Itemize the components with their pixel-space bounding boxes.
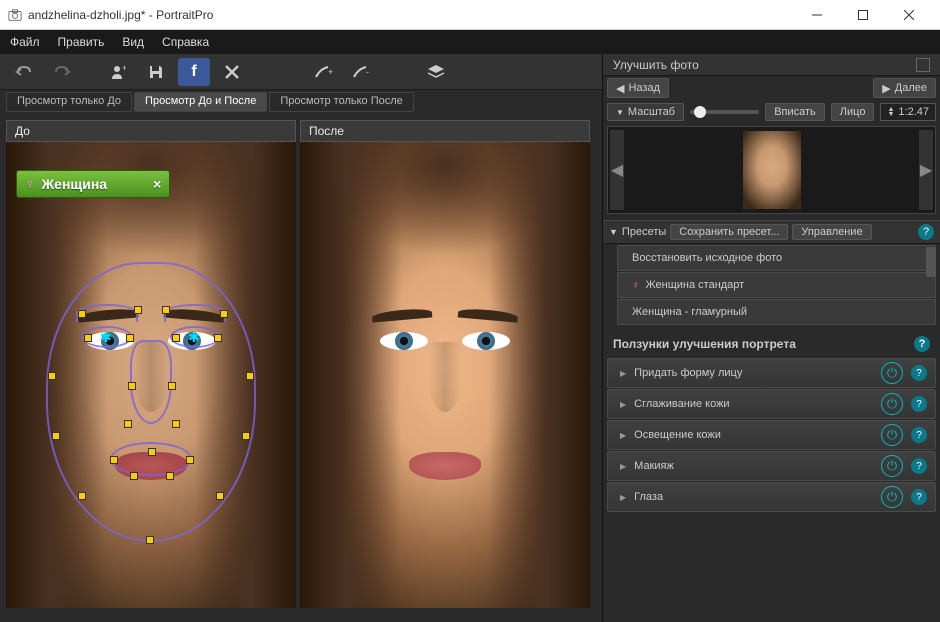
help-icon[interactable]: ?	[914, 336, 930, 352]
manage-presets-button[interactable]: Управление	[792, 224, 871, 240]
after-pane: После	[300, 120, 590, 608]
save-preset-button[interactable]: Сохранить пресет...	[670, 224, 788, 240]
before-image[interactable]: ♀ Женщина × ✱ ✱	[6, 142, 296, 608]
power-icon[interactable]: ⏻	[881, 486, 903, 508]
help-icon[interactable]: ?	[911, 396, 927, 412]
image-view-area: Просмотр только До Просмотр До и После П…	[0, 90, 602, 622]
control-face-shape[interactable]: ▶ Придать форму лицу ⏻ ?	[607, 358, 936, 388]
preset-scrollbar[interactable]	[926, 247, 936, 277]
help-icon[interactable]: ?	[918, 224, 934, 240]
zoom-slider[interactable]	[690, 110, 759, 114]
brush-plus-button[interactable]: +	[308, 58, 340, 86]
redo-button[interactable]	[46, 58, 78, 86]
presets-section-header[interactable]: ▼ Пресеты Сохранить пресет... Управление…	[603, 220, 940, 244]
close-button[interactable]	[886, 0, 932, 30]
person-button[interactable]: +	[102, 58, 134, 86]
before-label: До	[6, 120, 296, 142]
triangle-right-icon: ▶	[620, 431, 626, 440]
right-panel: Улучшить фото ◀Назад ▶Далее ▼Масштаб Впи…	[602, 54, 940, 622]
panel-title: Улучшить фото	[613, 58, 699, 72]
svg-text:-: -	[366, 67, 369, 77]
maximize-button[interactable]	[840, 0, 886, 30]
triangle-right-icon: ▶	[620, 369, 626, 378]
help-icon[interactable]: ?	[911, 458, 927, 474]
help-icon[interactable]: ?	[911, 427, 927, 443]
camera-icon	[8, 8, 22, 22]
view-tabs: Просмотр только До Просмотр До и После П…	[0, 90, 602, 114]
power-icon[interactable]: ⏻	[881, 393, 903, 415]
tab-after-only[interactable]: Просмотр только После	[269, 92, 413, 112]
delete-button[interactable]	[216, 58, 248, 86]
fit-button[interactable]: Вписать	[765, 103, 825, 121]
facebook-button[interactable]: f	[178, 58, 210, 86]
preset-item[interactable]: Восстановить исходное фото	[617, 245, 936, 271]
window-title: andzhelina-dzholi.jpg* - PortraitPro	[28, 8, 794, 22]
venus-icon: ♀	[632, 280, 640, 291]
after-label: После	[300, 120, 590, 142]
save-button[interactable]	[140, 58, 172, 86]
zoom-label[interactable]: ▼Масштаб	[607, 103, 684, 121]
brush-minus-button[interactable]: -	[346, 58, 378, 86]
control-skin-lighting[interactable]: ▶ Освещение кожи ⏻ ?	[607, 420, 936, 450]
triangle-right-icon: ▶	[882, 82, 890, 95]
triangle-down-icon: ▼	[609, 227, 618, 237]
power-icon[interactable]: ⏻	[881, 455, 903, 477]
expand-icon[interactable]	[916, 58, 930, 72]
power-icon[interactable]: ⏻	[881, 424, 903, 446]
titlebar: andzhelina-dzholi.jpg* - PortraitPro	[0, 0, 940, 30]
preset-item[interactable]: Женщина - гламурный	[617, 299, 936, 325]
svg-text:+: +	[328, 67, 333, 77]
svg-text:+: +	[122, 64, 126, 73]
help-icon[interactable]: ?	[911, 365, 927, 381]
before-pane: До ♀ Женщина ×	[6, 120, 296, 608]
power-icon[interactable]: ⏻	[881, 362, 903, 384]
control-skin-smoothing[interactable]: ▶ Сглаживание кожи ⏻ ?	[607, 389, 936, 419]
back-button[interactable]: ◀Назад	[607, 78, 669, 98]
menubar: Файл Править Вид Справка	[0, 30, 940, 54]
preset-item[interactable]: ♀Женщина стандарт	[617, 272, 936, 298]
tab-before-only[interactable]: Просмотр только До	[6, 92, 132, 112]
minimize-button[interactable]	[794, 0, 840, 30]
undo-button[interactable]	[8, 58, 40, 86]
tab-before-after[interactable]: Просмотр До и После	[134, 92, 267, 112]
thumbnail-strip: ◀ ▶	[607, 126, 936, 214]
zoom-value[interactable]: ▲▼1:2.47	[880, 103, 936, 121]
control-eyes[interactable]: ▶ Глаза ⏻ ?	[607, 482, 936, 512]
after-image[interactable]	[300, 142, 590, 608]
layers-button[interactable]	[420, 58, 452, 86]
menu-help[interactable]: Справка	[162, 35, 209, 49]
strip-prev-button[interactable]: ◀	[610, 130, 624, 210]
triangle-left-icon: ◀	[616, 82, 624, 95]
controls-section-title: Ползунки улучшения портрета ?	[603, 331, 940, 357]
triangle-right-icon: ▶	[620, 462, 626, 471]
panel-header: Улучшить фото	[603, 54, 940, 76]
menu-file[interactable]: Файл	[10, 35, 40, 49]
face-button[interactable]: Лицо	[831, 103, 875, 121]
face-mesh-overlay[interactable]: ✱ ✱	[6, 142, 296, 608]
strip-next-button[interactable]: ▶	[919, 130, 933, 210]
next-button[interactable]: ▶Далее	[873, 78, 936, 98]
triangle-right-icon: ▶	[620, 400, 626, 409]
triangle-right-icon: ▶	[620, 493, 626, 502]
face-thumbnail[interactable]	[743, 131, 801, 209]
menu-view[interactable]: Вид	[122, 35, 144, 49]
menu-edit[interactable]: Править	[58, 35, 105, 49]
control-makeup[interactable]: ▶ Макияж ⏻ ?	[607, 451, 936, 481]
help-icon[interactable]: ?	[911, 489, 927, 505]
